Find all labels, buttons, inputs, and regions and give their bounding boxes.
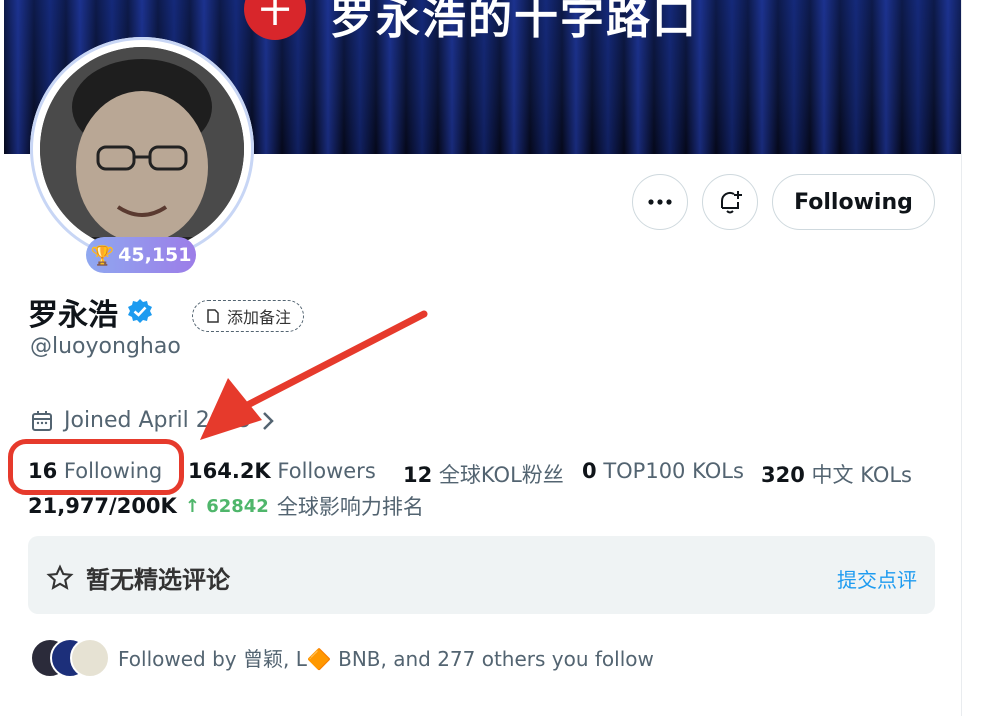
- rank-delta-value: 62842: [206, 495, 269, 517]
- rank-delta: ↑ 62842: [185, 496, 269, 517]
- avatar: [70, 638, 110, 678]
- followers-stat[interactable]: 164.2K Followers: [188, 459, 376, 483]
- followed-by[interactable]: Followed by 曾颖, L🔶 BNB, and 277 others y…: [30, 638, 654, 678]
- add-note-button[interactable]: 添加备注: [192, 300, 305, 332]
- followers-count: 164.2K: [188, 459, 271, 483]
- top100-stat[interactable]: 0 TOP100 KOLs: [582, 459, 744, 483]
- arrow-up-icon: ↑: [184, 495, 200, 517]
- top100-count: 0: [582, 459, 597, 483]
- more-options-button[interactable]: [632, 174, 688, 230]
- user-handle: @luoyonghao: [30, 334, 181, 359]
- joined-text: Joined April 2009: [64, 408, 252, 433]
- avatar[interactable]: [40, 47, 244, 251]
- note-icon: [207, 309, 219, 323]
- star-icon: [46, 563, 74, 590]
- kol-fans-label: 全球KOL粉丝: [438, 463, 564, 487]
- cn-kols-count: 320: [761, 463, 805, 487]
- followed-by-text: Followed by 曾颖, L🔶 BNB, and 277 others y…: [118, 646, 654, 671]
- banner-title: 罗永浩的十字路口: [330, 0, 698, 44]
- trophy-icon: 🏆: [90, 244, 115, 267]
- display-name: 罗永浩: [28, 290, 154, 334]
- banner-logo: 十: [244, 0, 306, 40]
- cn-kols-stat[interactable]: 320 中文 KOLs: [761, 459, 912, 489]
- annotation-highlight-circle: [8, 439, 184, 495]
- top100-label: TOP100 KOLs: [603, 459, 744, 483]
- bell-plus-icon: [720, 191, 742, 214]
- more-dots-icon: [648, 199, 672, 205]
- chevron-right-icon: [262, 411, 274, 430]
- verified-badge-icon: [128, 299, 152, 323]
- review-title-text: 暂无精选评论: [86, 566, 230, 594]
- review-title: 暂无精选评论: [46, 560, 230, 595]
- right-gutter: [961, 0, 992, 716]
- kol-fans-count: 12: [403, 463, 433, 487]
- follower-avatars: [30, 638, 110, 678]
- followers-label: Followers: [277, 459, 376, 483]
- add-note-label: 添加备注: [227, 308, 292, 327]
- following-button[interactable]: Following: [772, 174, 935, 230]
- notification-bell-button[interactable]: [702, 174, 758, 230]
- calendar-icon: [32, 410, 52, 431]
- rank-label: 全球影响力排名: [276, 495, 424, 519]
- score-value: 45,151: [118, 244, 192, 266]
- rank-value: 21,977/200K: [28, 494, 177, 518]
- featured-review-panel: 暂无精选评论 提交点评: [28, 536, 935, 614]
- influence-rank[interactable]: 21,977/200K ↑ 62842 全球影响力排名: [28, 491, 424, 521]
- submit-review-link[interactable]: 提交点评: [837, 564, 917, 593]
- score-badge: 🏆 45,151: [86, 237, 196, 273]
- kol-fans-stat[interactable]: 12 全球KOL粉丝: [403, 459, 564, 489]
- cn-kols-label: 中文 KOLs: [811, 463, 912, 487]
- display-name-text: 罗永浩: [28, 298, 118, 333]
- joined-date[interactable]: Joined April 2009: [30, 408, 274, 433]
